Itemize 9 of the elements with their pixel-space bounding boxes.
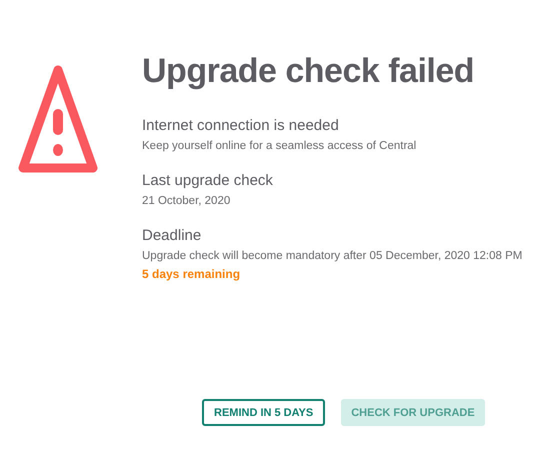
section-text: Upgrade check will become mandatory after 05 December, 2020 12:08 PM [142,250,524,262]
remind-button[interactable]: REMIND IN 5 DAYS [202,399,326,426]
section-text: 21 October, 2020 [142,195,232,207]
section-heading: Last upgrade check [142,172,274,189]
section-text: Keep yourself online for a seamless access of Central [142,140,418,152]
section-heading: Internet connection is needed [142,117,340,134]
dialog-title: Upgrade check failed [142,52,476,91]
remaining-note: 5 days remaining [142,267,242,281]
section-heading: Deadline [142,227,202,244]
